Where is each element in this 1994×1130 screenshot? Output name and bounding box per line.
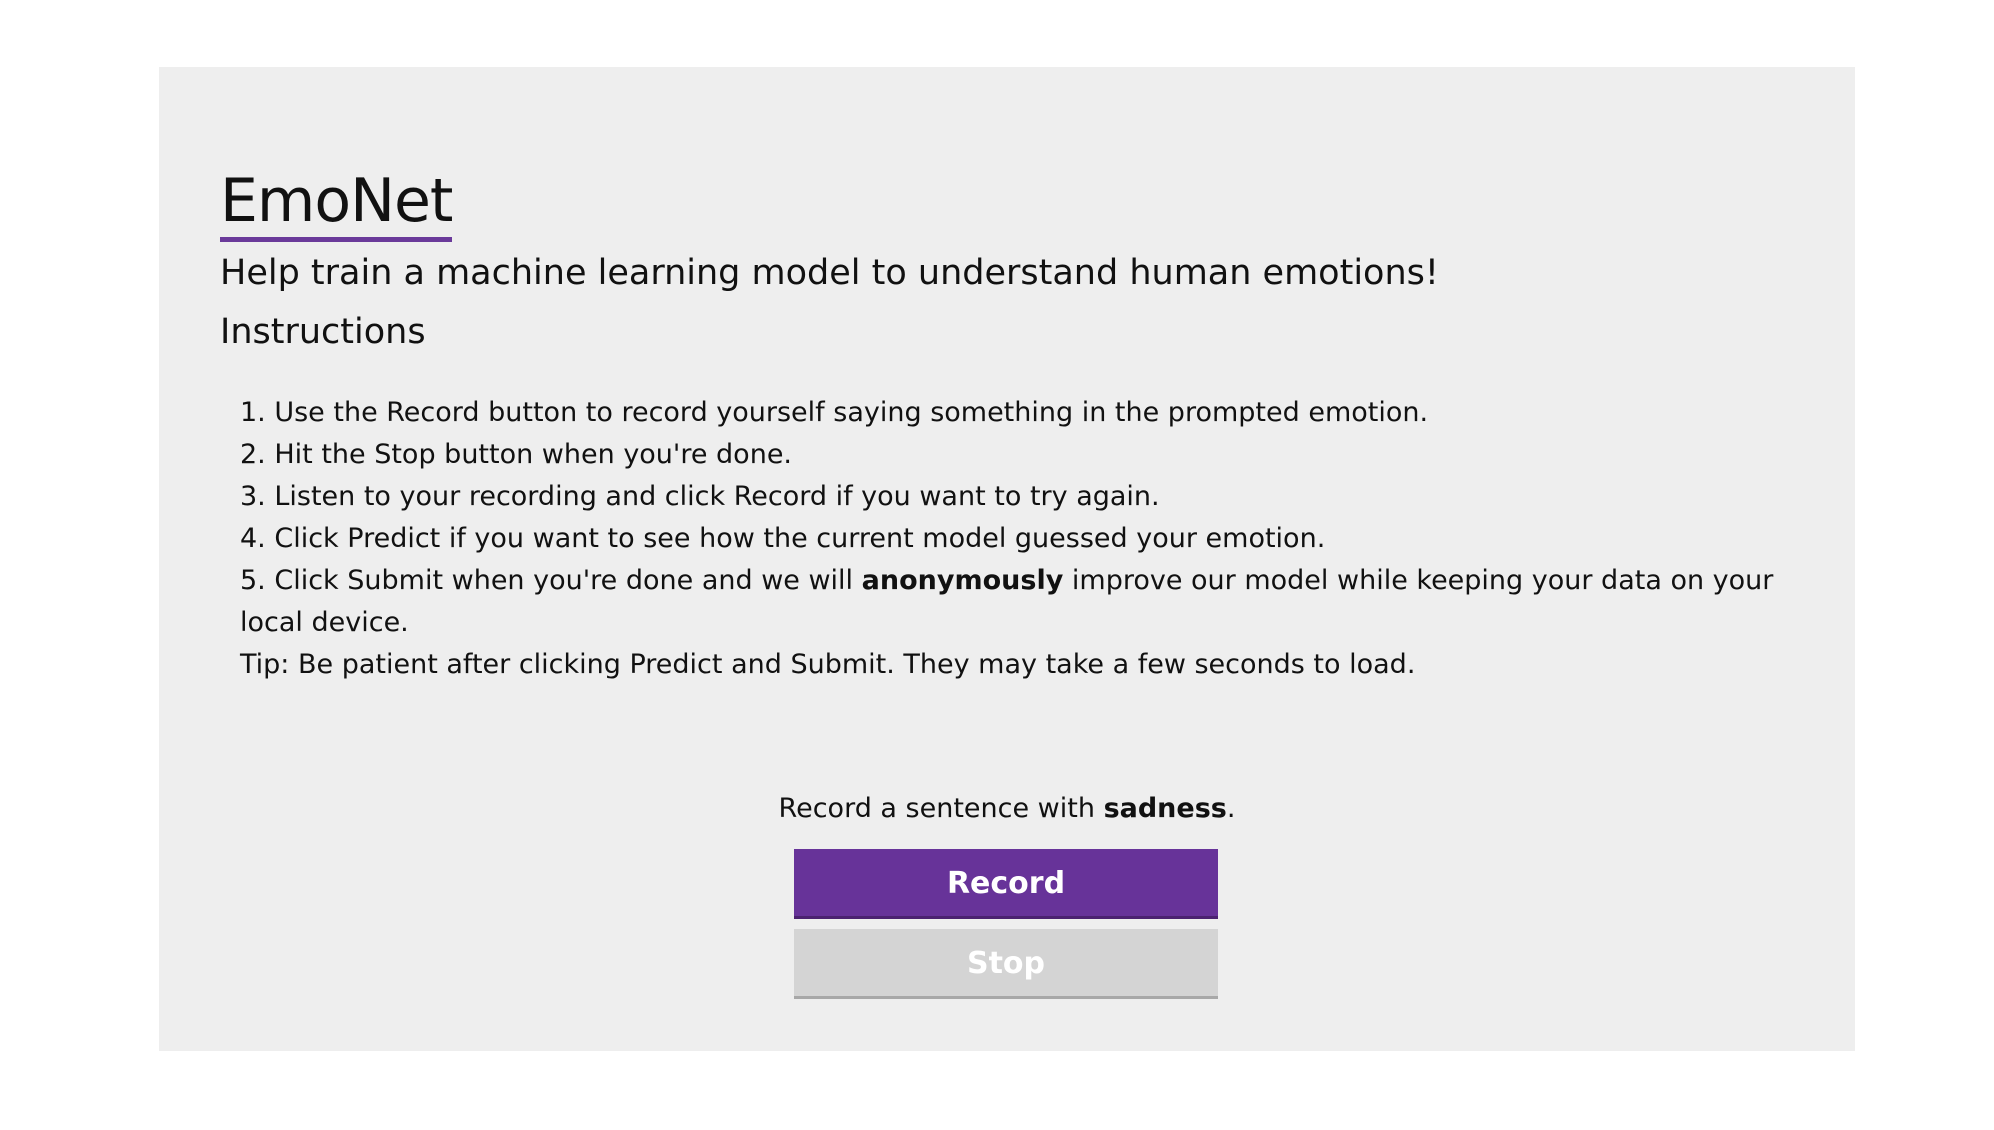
instruction-tip: Tip: Be patient after clicking Predict a… <box>240 649 1416 680</box>
page-subtitle: Help train a machine learning model to u… <box>220 253 1439 293</box>
instruction-step-5-emphasis: anonymously <box>861 565 1064 596</box>
record-button[interactable]: Record <box>794 849 1218 919</box>
page-title-link[interactable]: EmoNet <box>220 165 453 242</box>
emotion-name: sadness <box>1103 793 1227 824</box>
instructions-heading: Instructions <box>220 312 426 352</box>
instruction-step-1: 1. Use the Record button to record yours… <box>240 397 1429 428</box>
instruction-step-2: 2. Hit the Stop button when you're done. <box>240 439 793 470</box>
instructions-list: 1. Use the Record button to record yours… <box>240 392 1820 686</box>
main-panel: EmoNet Help train a machine learning mod… <box>159 67 1855 1051</box>
stop-button[interactable]: Stop <box>794 929 1218 999</box>
instruction-step-4: 4. Click Predict if you want to see how … <box>240 523 1326 554</box>
instruction-step-3: 3. Listen to your recording and click Re… <box>240 481 1160 512</box>
emotion-prompt: Record a sentence with sadness. <box>159 789 1855 829</box>
emotion-prompt-period: . <box>1226 793 1236 824</box>
instruction-step-5: 5. Click Submit when you're done and we … <box>240 560 1820 644</box>
emotion-prompt-text: Record a sentence with <box>778 793 1104 824</box>
instruction-step-5-text-start: 5. Click Submit when you're done and we … <box>240 565 862 596</box>
